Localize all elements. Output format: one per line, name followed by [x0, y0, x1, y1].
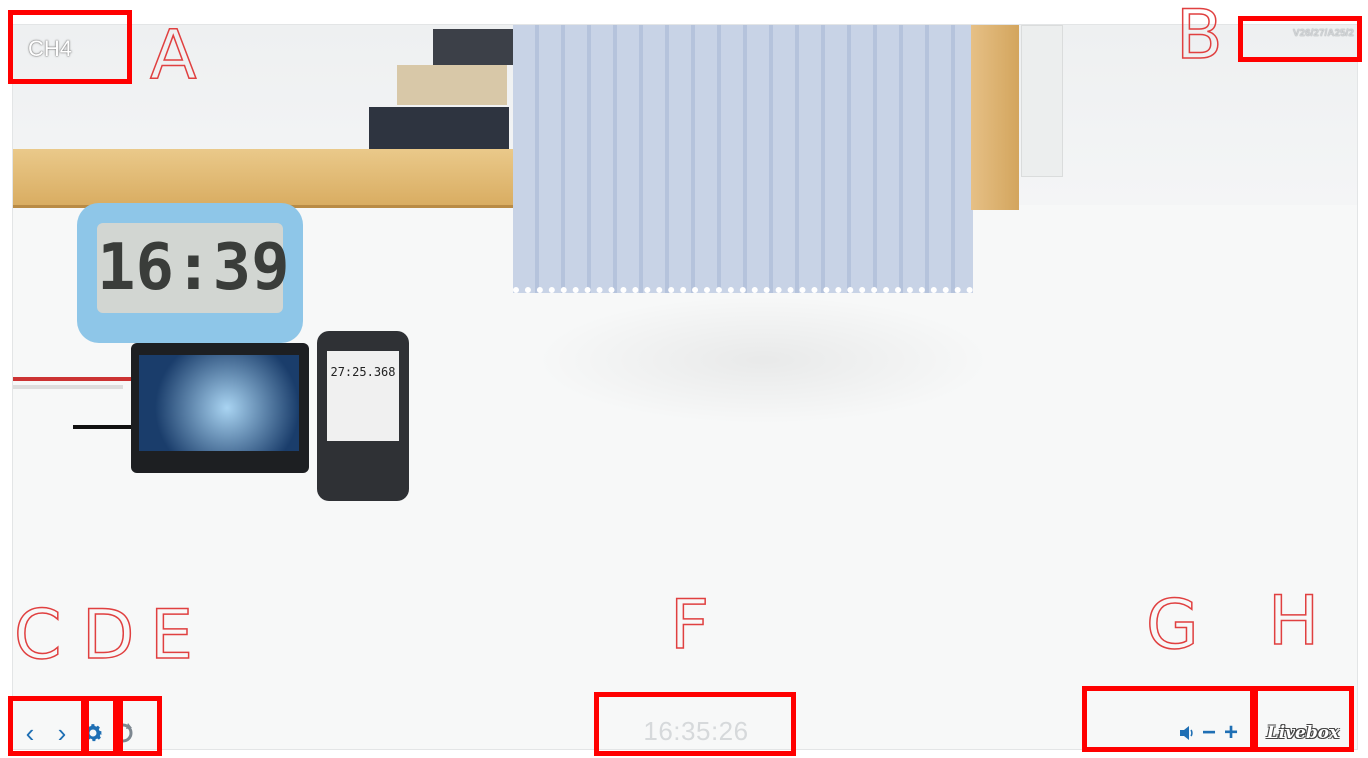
annotation-letter-g: G	[1145, 586, 1199, 665]
annotation-letter-e: E	[149, 596, 193, 675]
annotation-letter-h: H	[1267, 582, 1320, 661]
scene-shadow	[533, 295, 993, 425]
annotation-box-e	[118, 696, 162, 756]
annotation-box-g	[1082, 686, 1258, 752]
scene-cable	[13, 385, 123, 389]
scene-tablet-screen	[139, 355, 299, 451]
scene-box	[433, 29, 513, 65]
annotation-box-d	[84, 696, 118, 756]
annotation-letter-b: B	[1175, 0, 1223, 75]
scene-cable	[73, 425, 133, 429]
annotation-letter-f: F	[669, 586, 710, 665]
scene-clock-display: 16:39	[97, 223, 290, 313]
scene-box	[369, 107, 509, 149]
scene-cable	[13, 377, 133, 381]
scene-tablet	[131, 343, 309, 473]
annotation-box-a	[8, 10, 132, 84]
scene-box	[397, 65, 507, 105]
scene-window-blind	[513, 25, 973, 293]
scene-window-frame	[971, 25, 1019, 210]
annotation-letter-d: D	[81, 596, 135, 675]
annotation-letter-a: A	[149, 16, 197, 95]
scene-pda-display: 27:25.368	[327, 351, 399, 441]
annotation-letter-c: C	[13, 596, 62, 675]
scene-clock: 16:39	[77, 203, 303, 343]
scene-switch-plate	[1021, 25, 1063, 177]
annotation-box-f	[594, 692, 796, 756]
annotation-box-h	[1250, 686, 1354, 752]
annotation-box-c	[8, 696, 86, 756]
scene-pda: 27:25.368	[317, 331, 409, 501]
annotation-box-b	[1238, 16, 1362, 62]
scene-shelf	[13, 149, 513, 208]
